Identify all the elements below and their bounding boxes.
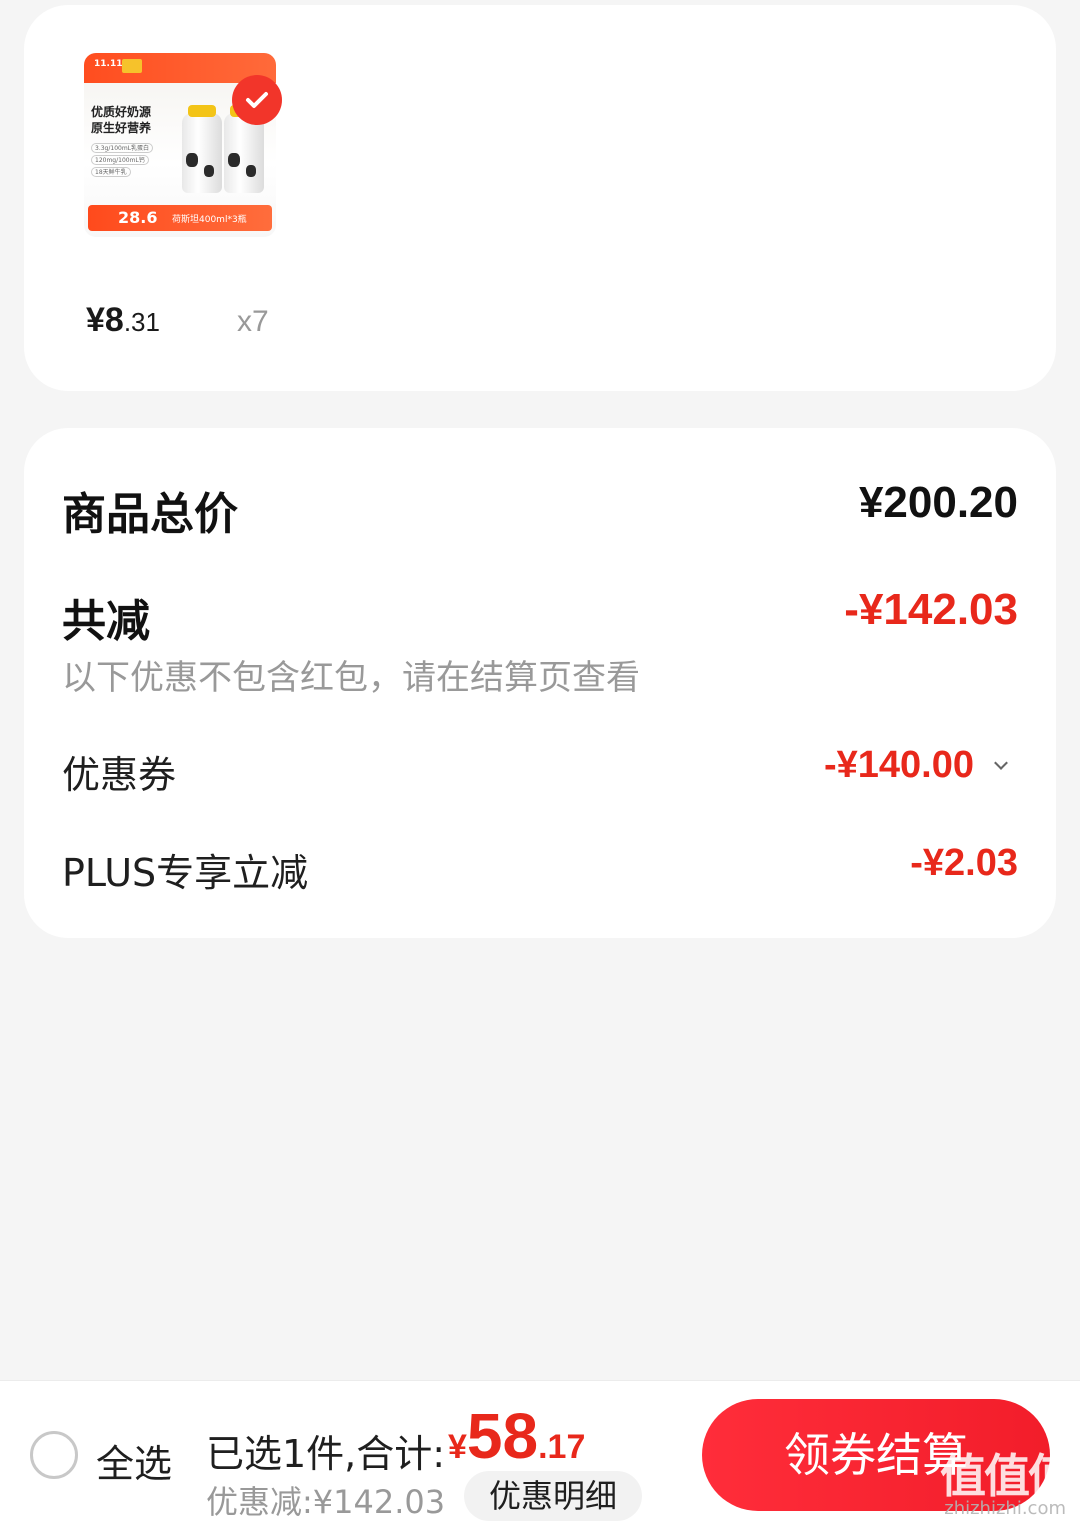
brand-logo	[122, 59, 142, 73]
plus-discount-value: -¥2.03	[910, 842, 1018, 884]
unit-price-integer: ¥8	[86, 301, 124, 339]
product-select-checkbox[interactable]	[232, 75, 282, 125]
thumbnail-title-line1: 优质好奶源	[91, 105, 152, 119]
grand-total: ¥58.17	[448, 1399, 585, 1473]
plus-discount-label: PLUS专享立减	[62, 851, 309, 895]
selected-count-text: 已选1件,合计:	[206, 1432, 446, 1476]
total-reduction-value: -¥142.03	[844, 585, 1018, 634]
checkout-bar: 全选 已选1件,合计: ¥58.17 优惠减:¥142.03 优惠明细 领券结算	[0, 1380, 1080, 1529]
discount-note: 以下优惠不包含红包，请在结算页查看	[62, 658, 640, 698]
discount-detail-button[interactable]: 优惠明细	[464, 1471, 642, 1521]
select-all-radio[interactable]	[30, 1431, 78, 1479]
coupon-label: 优惠券	[62, 753, 177, 797]
total-reduction-label: 共减	[62, 596, 150, 647]
total-price-value: ¥200.20	[858, 478, 1018, 527]
chevron-down-icon[interactable]	[994, 756, 1008, 770]
unit-price: ¥8.31	[86, 301, 160, 340]
thumbnail-title-line2: 原生好营养	[91, 121, 152, 135]
quantity-label[interactable]: x7	[237, 305, 269, 339]
grand-total-decimal: .17	[538, 1428, 586, 1466]
watermark-text: 值值值	[940, 1449, 1074, 1503]
unit-price-decimal: .31	[123, 307, 160, 337]
coupon-value: -¥140.00	[823, 744, 974, 786]
total-price-label: 商品总价	[62, 489, 238, 540]
thumbnail-tag: 3.3g/100mL乳蛋白	[91, 143, 154, 153]
thumbnail-logo: 11.11	[94, 59, 123, 69]
thumbnail-spec: 荷斯坦400ml*3瓶	[172, 215, 247, 225]
product-card: 11.11 优质好奶源 原生好营养 3.3g/100mL乳蛋白 120mg/10…	[24, 5, 1056, 391]
grand-total-currency: ¥	[448, 1428, 467, 1466]
thumbnail-price: 28.6	[118, 208, 158, 227]
price-summary-card: 商品总价 ¥200.20 共减 -¥142.03 以下优惠不包含红包，请在结算页…	[24, 428, 1056, 938]
milk-bottle-image	[182, 105, 222, 193]
watermark-domain: zhizhizhi.com	[944, 1498, 1066, 1519]
watermark: 值值值 zhizhizhi.com	[926, 1440, 1074, 1526]
check-icon	[246, 92, 268, 108]
thumbnail-price-bar: 28.6 荷斯坦400ml*3瓶	[88, 205, 272, 231]
select-all-label[interactable]: 全选	[96, 1433, 172, 1488]
milk-bottle-image	[224, 105, 264, 193]
grand-total-integer: 58	[466, 1400, 539, 1472]
thumbnail-tag: 120mg/100mL钙	[91, 155, 149, 165]
discount-total-text: 优惠减:¥142.03	[206, 1483, 446, 1521]
thumbnail-tag: 18天鲜牛乳	[91, 167, 131, 177]
